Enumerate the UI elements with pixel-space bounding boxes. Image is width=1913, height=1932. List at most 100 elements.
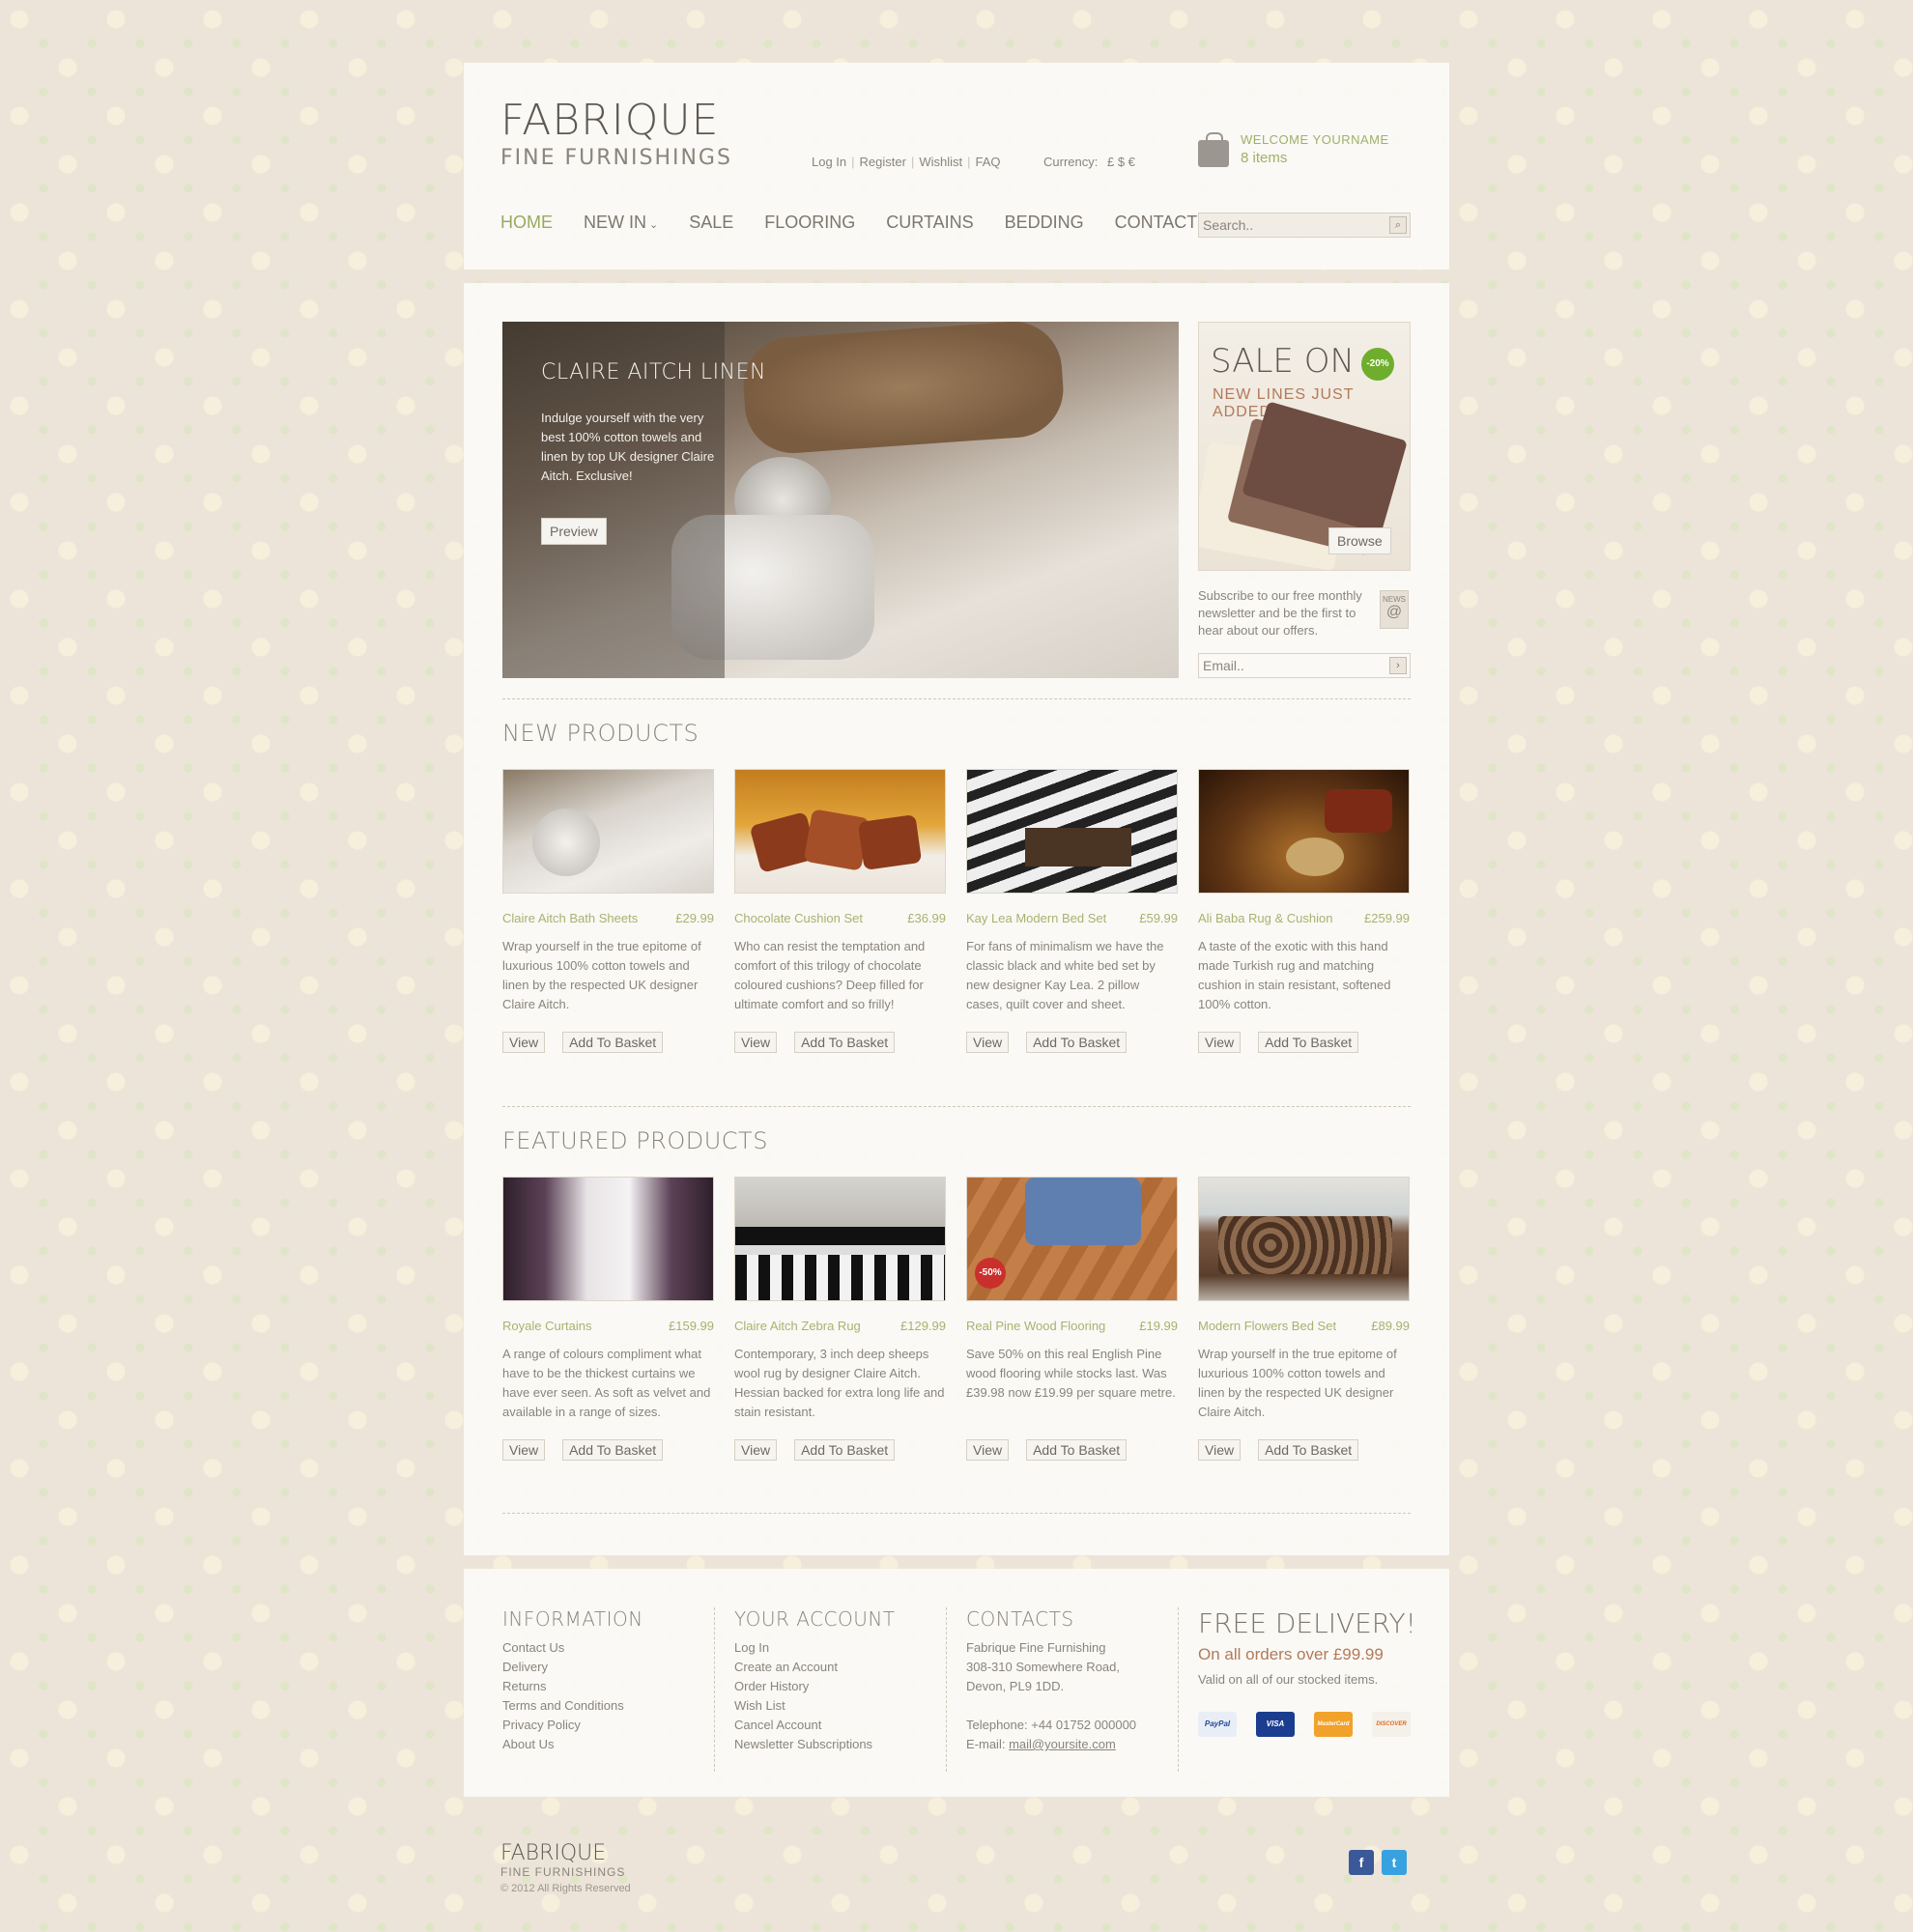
product-image[interactable]: -50%	[966, 1177, 1178, 1301]
login-link[interactable]: Log In	[812, 155, 846, 169]
add-to-basket-button[interactable]: Add To Basket	[1026, 1439, 1128, 1461]
shopping-bag-icon[interactable]	[1198, 132, 1229, 167]
footer-link[interactable]: Newsletter Subscriptions	[734, 1735, 896, 1754]
product-name[interactable]: Real Pine Wood Flooring	[966, 1319, 1105, 1333]
contact-email: E-mail: mail@yoursite.com	[966, 1735, 1136, 1754]
product-name[interactable]: Kay Lea Modern Bed Set	[966, 911, 1106, 925]
contact-line: 308-310 Somewhere Road,	[966, 1660, 1120, 1674]
currency-selector: Currency: £ $ €	[1043, 155, 1135, 169]
product-price: £29.99	[675, 911, 714, 925]
product-name[interactable]: Claire Aitch Bath Sheets	[502, 911, 638, 925]
search-input[interactable]: Search.. ⌕	[1198, 213, 1411, 238]
nav-bedding[interactable]: BEDDING	[1005, 213, 1084, 233]
footer-link[interactable]: Privacy Policy	[502, 1716, 643, 1735]
view-button[interactable]: View	[734, 1439, 778, 1461]
search-icon[interactable]: ⌕	[1389, 216, 1407, 234]
discover-icon: DISCOVER	[1372, 1712, 1411, 1737]
column-separator	[714, 1607, 715, 1772]
add-to-basket-button[interactable]: Add To Basket	[1258, 1439, 1359, 1461]
product-price: £59.99	[1139, 911, 1178, 925]
email-field[interactable]: Email.. ›	[1198, 653, 1411, 678]
product-image[interactable]	[734, 769, 946, 894]
view-button[interactable]: View	[734, 1032, 778, 1053]
twitter-icon[interactable]: t	[1382, 1850, 1407, 1875]
footer-link[interactable]: Order History	[734, 1677, 896, 1696]
top-links: Log In | Register | Wishlist | FAQ	[812, 155, 1001, 169]
view-button[interactable]: View	[1198, 1439, 1242, 1461]
footer-link[interactable]: About Us	[502, 1735, 643, 1754]
preview-button[interactable]: Preview	[541, 518, 607, 545]
footer-information: INFORMATION Contact Us Delivery Returns …	[502, 1607, 715, 1772]
logo[interactable]: FABRIQUE	[500, 96, 719, 145]
product-description: Wrap yourself in the true epitome of lux…	[502, 939, 701, 1011]
product-price: £19.99	[1139, 1319, 1178, 1333]
nav-curtains[interactable]: CURTAINS	[886, 213, 973, 233]
hero-banner: CLAIRE AITCH LINEN Indulge yourself with…	[502, 322, 1179, 678]
payment-cards: PayPal VISA MasterCard DISCOVER	[1198, 1712, 1416, 1737]
product-price: £129.99	[900, 1319, 946, 1333]
divider	[502, 1513, 1411, 1514]
product-name[interactable]: Claire Aitch Zebra Rug	[734, 1319, 861, 1333]
view-button[interactable]: View	[502, 1032, 546, 1053]
product-image[interactable]	[1198, 1177, 1410, 1301]
facebook-icon[interactable]: f	[1349, 1850, 1374, 1875]
add-to-basket-button[interactable]: Add To Basket	[1258, 1032, 1359, 1053]
nav-flooring[interactable]: FLOORING	[764, 213, 855, 233]
email-placeholder: Email..	[1203, 658, 1244, 673]
footer-link[interactable]: Returns	[502, 1677, 643, 1696]
product-description: Save 50% on this real English Pine wood …	[966, 1347, 1176, 1400]
footer-information-title: INFORMATION	[502, 1607, 643, 1631]
wishlist-link[interactable]: Wishlist	[919, 155, 962, 169]
product-name[interactable]: Ali Baba Rug & Cushion	[1198, 911, 1332, 925]
add-to-basket-button[interactable]: Add To Basket	[562, 1032, 664, 1053]
arrow-right-icon[interactable]: ›	[1389, 657, 1407, 674]
contact-line	[966, 1696, 1136, 1716]
bottom-logo[interactable]: FABRIQUE	[500, 1841, 606, 1865]
nav-sale[interactable]: SALE	[689, 213, 733, 233]
nav-home[interactable]: HOME	[500, 213, 553, 233]
free-delivery-note: Valid on all of our stocked items.	[1198, 1672, 1379, 1687]
currency-options[interactable]: £ $ €	[1107, 155, 1135, 169]
view-button[interactable]: View	[502, 1439, 546, 1461]
footer-link[interactable]: Contact Us	[502, 1638, 643, 1658]
product-image[interactable]	[966, 769, 1178, 894]
product-image[interactable]	[1198, 769, 1410, 894]
header: FABRIQUE FINE FURNISHINGS Log In | Registe…	[464, 63, 1449, 270]
new-products-title: NEW PRODUCTS	[502, 720, 700, 747]
footer-link[interactable]: Cancel Account	[734, 1716, 896, 1735]
footer-account-title: YOUR ACCOUNT	[734, 1607, 896, 1631]
product-name[interactable]: Chocolate Cushion Set	[734, 911, 863, 925]
discount-badge: -20%	[1361, 348, 1394, 381]
footer-link[interactable]: Create an Account	[734, 1658, 896, 1677]
footer-link[interactable]: Delivery	[502, 1658, 643, 1677]
hero-text: Indulge yourself with the very best 100%…	[541, 411, 715, 483]
view-button[interactable]: View	[966, 1439, 1010, 1461]
view-button[interactable]: View	[1198, 1032, 1242, 1053]
product-description: Contemporary, 3 inch deep sheeps wool ru…	[734, 1347, 945, 1419]
product-image[interactable]	[502, 1177, 714, 1301]
email-link[interactable]: mail@yoursite.com	[1009, 1737, 1116, 1751]
view-button[interactable]: View	[966, 1032, 1010, 1053]
product-name[interactable]: Royale Curtains	[502, 1319, 592, 1333]
add-to-basket-button[interactable]: Add To Basket	[794, 1439, 896, 1461]
product-description: For fans of minimalism we have the class…	[966, 939, 1164, 1011]
product-image[interactable]	[734, 1177, 946, 1301]
footer-link[interactable]: Log In	[734, 1638, 896, 1658]
featured-products-title: FEATURED PRODUCTS	[502, 1127, 768, 1154]
basket-count[interactable]: 8 items	[1241, 150, 1287, 166]
nav-new-in[interactable]: NEW IN ⌄	[584, 213, 658, 233]
add-to-basket-button[interactable]: Add To Basket	[562, 1439, 664, 1461]
product-card: Claire Aitch Zebra Rug £129.99 Contempora…	[734, 1177, 946, 1461]
product-name[interactable]: Modern Flowers Bed Set	[1198, 1319, 1336, 1333]
browse-button[interactable]: Browse	[1328, 527, 1391, 554]
add-to-basket-button[interactable]: Add To Basket	[1026, 1032, 1128, 1053]
footer-link[interactable]: Wish List	[734, 1696, 896, 1716]
footer-link[interactable]: Terms and Conditions	[502, 1696, 643, 1716]
faq-link[interactable]: FAQ	[976, 155, 1001, 169]
product-image[interactable]	[502, 769, 714, 894]
register-link[interactable]: Register	[860, 155, 906, 169]
main-nav: HOME NEW IN ⌄ SALE FLOORING CURTAINS BEDD…	[500, 213, 1226, 233]
add-to-basket-button[interactable]: Add To Basket	[794, 1032, 896, 1053]
mastercard-icon: MasterCard	[1314, 1712, 1353, 1737]
featured-products-grid: Royale Curtains £159.99 A range of colour…	[502, 1177, 1411, 1461]
